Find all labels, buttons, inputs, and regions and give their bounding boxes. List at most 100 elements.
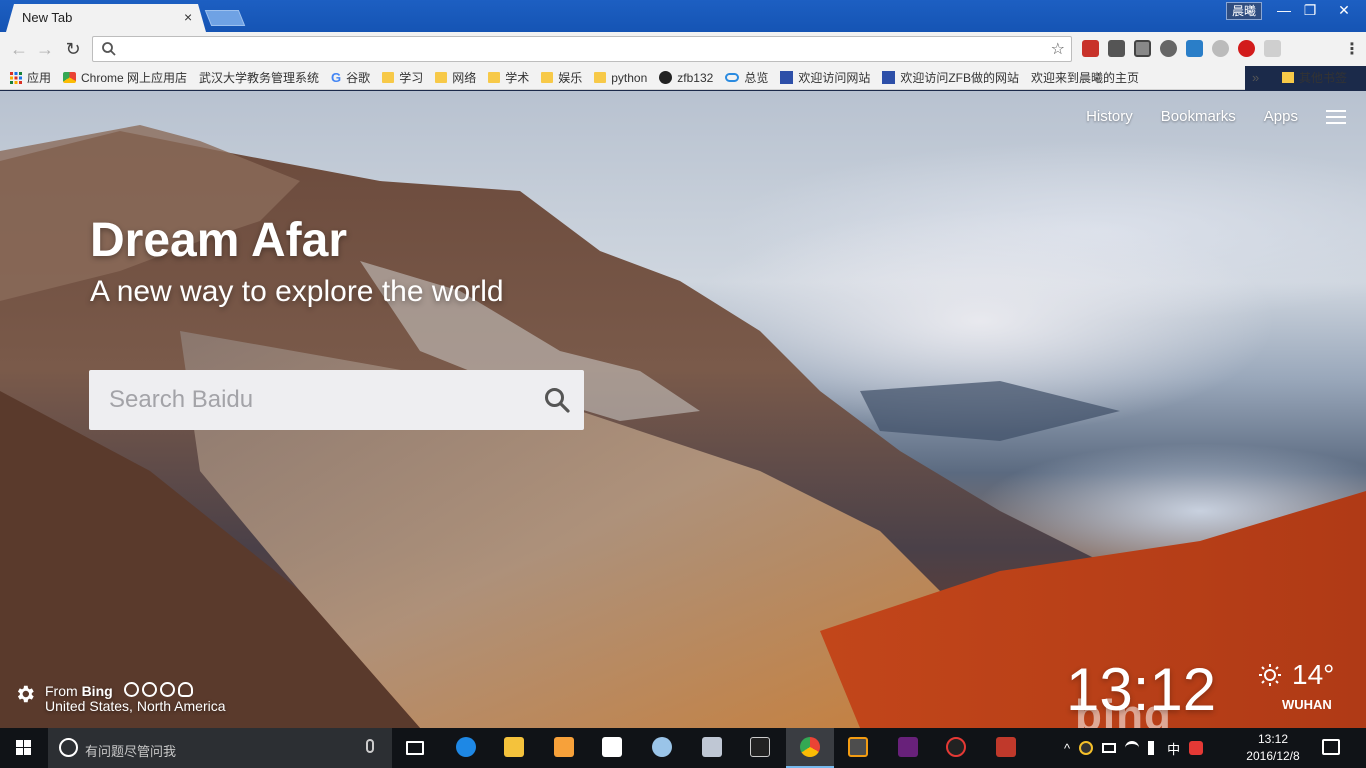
volume-icon[interactable] <box>1148 741 1158 755</box>
extension-red-icon[interactable] <box>1082 40 1099 57</box>
store-icon <box>602 737 622 757</box>
folder-icon <box>1282 72 1294 83</box>
start-button[interactable] <box>0 728 48 768</box>
gear-icon[interactable] <box>14 683 36 705</box>
extension-icons <box>1082 40 1281 60</box>
forward-button[interactable]: → <box>34 38 56 60</box>
extension-shield-icon[interactable] <box>1264 40 1281 57</box>
qq-tray-icon[interactable] <box>1079 741 1094 755</box>
page-clock: 13:12 <box>1066 656 1217 723</box>
taskbar-paint[interactable] <box>540 728 588 768</box>
taskbar-visual-studio[interactable] <box>884 728 932 768</box>
taskbar-filezilla[interactable] <box>982 728 1030 768</box>
folder-icon <box>504 737 524 757</box>
taskbar-edge[interactable] <box>442 728 490 768</box>
window-app-icon <box>702 737 722 757</box>
bookmark-label: 武汉大学教务管理系统 <box>199 71 320 85</box>
cortana-search[interactable]: 有问题尽管问我 <box>48 728 392 768</box>
system-date: 2016/12/8 <box>1246 749 1300 763</box>
pinterest-icon[interactable] <box>142 682 157 697</box>
qq-icon[interactable] <box>178 682 193 697</box>
taskbar-terminal[interactable] <box>736 728 784 768</box>
bookmark-home[interactable]: 欢迎来到晨曦的主页 <box>1031 69 1139 86</box>
bookmark-folder-academic[interactable]: 学术 <box>488 69 529 86</box>
bookmark-label: python <box>611 70 648 85</box>
reload-button[interactable]: ↻ <box>62 38 84 60</box>
hamburger-menu-icon[interactable] <box>1326 109 1346 124</box>
extension-opera-icon[interactable] <box>1238 40 1255 57</box>
bookmarks-bar: 应用 Chrome 网上应用店 武汉大学教务管理系统 G 谷歌 学习 网络 学术… <box>0 66 1245 90</box>
bookmark-label: 学术 <box>505 71 530 85</box>
share-icons <box>124 682 193 697</box>
bookmark-google[interactable]: G 谷歌 <box>331 69 370 86</box>
filezilla-icon <box>996 737 1016 757</box>
search-input[interactable] <box>89 370 529 430</box>
microphone-icon[interactable] <box>366 739 374 753</box>
profile-badge[interactable]: 晨曦 <box>1226 2 1262 20</box>
search-icon[interactable] <box>542 385 572 415</box>
bookmark-apps[interactable]: 应用 <box>10 69 51 86</box>
battery-icon[interactable] <box>1102 743 1117 753</box>
tray-expand-icon[interactable]: ^ <box>1064 741 1070 756</box>
bookmark-folder-network[interactable]: 网络 <box>435 69 476 86</box>
nav-link-apps[interactable]: Apps <box>1264 108 1298 125</box>
bookmark-whu-system[interactable]: 武汉大学教务管理系统 <box>199 69 319 86</box>
weibo-icon[interactable] <box>160 682 175 697</box>
extension-s-icon[interactable] <box>1134 40 1151 57</box>
bookmark-overview[interactable]: 总览 <box>725 69 768 86</box>
wifi-icon[interactable] <box>1125 741 1140 755</box>
system-tray: ^ 中 <box>1064 728 1204 768</box>
bookmark-folder-entertainment[interactable]: 娱乐 <box>541 69 582 86</box>
taskbar-paint3d[interactable] <box>638 728 686 768</box>
address-bar[interactable]: ☆ <box>92 36 1072 62</box>
maximize-button[interactable]: ❐ <box>1296 0 1324 22</box>
taskbar-chrome[interactable] <box>786 728 834 768</box>
bookmark-site-2[interactable]: 欢迎访问ZFB做的网站 <box>882 69 1019 86</box>
notification-center-icon[interactable] <box>1322 739 1340 755</box>
tab-new-tab[interactable]: New Tab × <box>6 4 206 32</box>
nav-link-bookmarks[interactable]: Bookmarks <box>1161 108 1236 125</box>
folder-icon <box>435 72 448 83</box>
system-clock[interactable]: 13:12 2016/12/8 <box>1240 731 1306 765</box>
bookmark-github[interactable]: zfb132 <box>659 71 713 85</box>
terminal-icon <box>750 737 770 757</box>
minimize-button[interactable]: — <box>1270 0 1298 22</box>
extension-blue-icon[interactable] <box>1186 40 1203 57</box>
bookmark-label: 欢迎访问ZFB做的网站 <box>900 71 1020 85</box>
extension-chart-icon[interactable] <box>1108 40 1125 57</box>
apps-grid-icon <box>10 71 22 84</box>
close-window-button[interactable]: ✕ <box>1322 0 1366 22</box>
taskbar-qq[interactable] <box>932 728 980 768</box>
bookmark-folder-python[interactable]: python <box>594 71 647 85</box>
bookmark-star-icon[interactable]: ☆ <box>1051 39 1065 59</box>
download-icon[interactable] <box>124 682 139 697</box>
taskbar-store[interactable] <box>588 728 636 768</box>
taskbar-task-view[interactable] <box>392 728 440 768</box>
image-source: From Bing <box>45 683 113 699</box>
tab-close-icon[interactable]: × <box>184 9 192 25</box>
nav-link-history[interactable]: History <box>1086 108 1133 125</box>
extension-gear-icon[interactable] <box>1160 40 1177 57</box>
temperature: 14° <box>1292 659 1335 690</box>
github-icon <box>659 71 673 84</box>
taskbar-sublime[interactable] <box>834 728 882 768</box>
extension-moon-icon[interactable] <box>1212 40 1229 57</box>
windows-logo-icon <box>16 740 31 755</box>
browser-titlebar: New Tab × 晨曦 — ❐ ✕ <box>0 0 1366 32</box>
ime-indicator[interactable]: 中 <box>1167 739 1180 758</box>
taskbar-file-explorer[interactable] <box>490 728 538 768</box>
bookmark-chrome-store[interactable]: Chrome 网上应用店 <box>63 69 187 86</box>
browser-toolbar: ← → ↻ ☆ ⋮ <box>0 32 1366 66</box>
bookmarks-overflow-icon[interactable]: » <box>1252 70 1259 85</box>
bookmark-label: 谷歌 <box>346 71 371 85</box>
bookmark-label: 总览 <box>744 71 769 85</box>
taskbar-settings-app[interactable] <box>688 728 736 768</box>
sogou-icon[interactable] <box>1189 741 1204 755</box>
from-source[interactable]: Bing <box>82 683 113 699</box>
bookmark-other[interactable]: 其他书签 <box>1282 69 1347 86</box>
bookmark-folder-study[interactable]: 学习 <box>382 69 423 86</box>
browser-menu-icon[interactable]: ⋮ <box>1344 39 1360 59</box>
back-button[interactable]: ← <box>8 38 30 60</box>
new-tab-button[interactable] <box>204 10 246 26</box>
bookmark-site-1[interactable]: 欢迎访问网站 <box>780 69 870 86</box>
